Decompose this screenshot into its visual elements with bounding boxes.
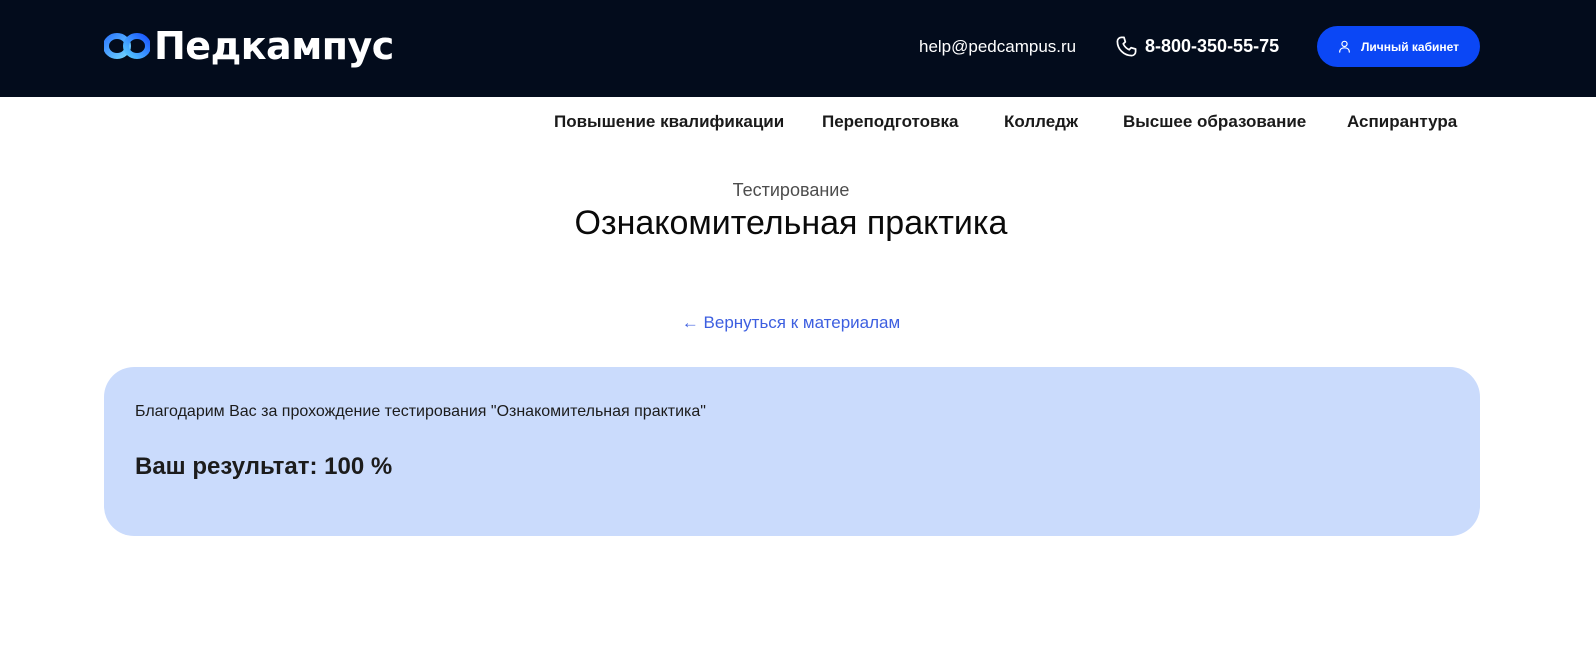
phone-link[interactable]: 8-800-350-55-75 xyxy=(1115,34,1279,58)
top-header: Педкампус help@pedcampus.ru 8-800-350-55… xyxy=(0,0,1596,97)
test-result-card: Благодарим Вас за прохождение тестирован… xyxy=(104,367,1480,536)
user-icon xyxy=(1339,40,1350,53)
nav-item-college[interactable]: Колледж xyxy=(1004,111,1078,133)
nav-item-higher-education[interactable]: Высшее образование xyxy=(1123,111,1306,133)
logo-text: Педкампус xyxy=(154,24,394,68)
nav-item-professional-development[interactable]: Повышение квалификации xyxy=(554,111,784,133)
infinity-wave-logo-icon xyxy=(104,33,150,59)
phone-icon xyxy=(1116,36,1137,56)
test-score: Ваш результат: 100 % xyxy=(135,453,393,480)
page-title: Ознакомительная практика xyxy=(574,204,1008,242)
personal-cabinet-button[interactable]: Личный кабинет xyxy=(1317,26,1480,67)
phone-number: 8-800-350-55-75 xyxy=(1145,36,1280,56)
site-logo[interactable]: Педкампус xyxy=(104,24,394,68)
thanks-message: Благодарим Вас за прохождение тестирован… xyxy=(135,403,706,420)
personal-cabinet-label: Личный кабинет xyxy=(1360,39,1460,54)
nav-item-postgraduate[interactable]: Аспирантура xyxy=(1347,111,1457,133)
page-subtitle: Тестирование xyxy=(732,180,850,200)
back-to-materials-link[interactable]: ← Вернуться к материалам xyxy=(0,312,1582,334)
main-navigation: Повышение квалификации Переподготовка Ко… xyxy=(0,111,1596,135)
email-link[interactable]: help@pedcampus.ru xyxy=(919,36,1076,58)
nav-item-retraining[interactable]: Переподготовка xyxy=(822,111,958,133)
